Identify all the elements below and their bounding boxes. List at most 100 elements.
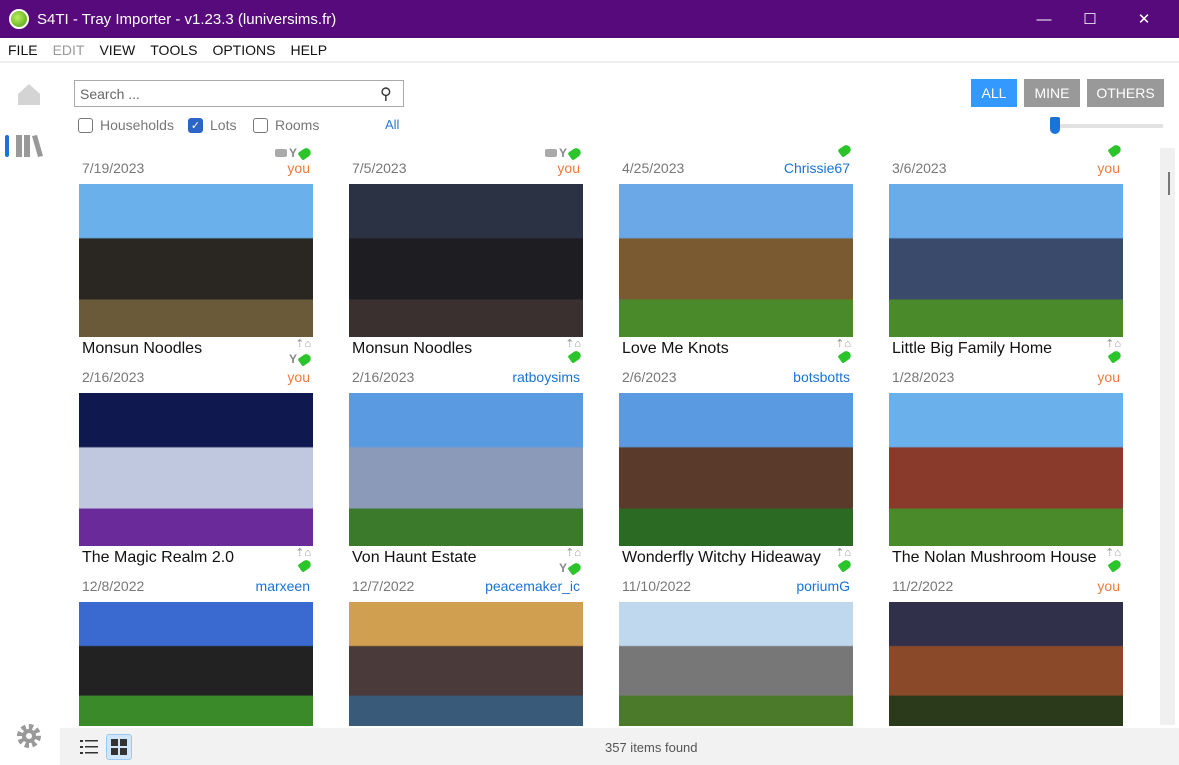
lot-thumbnail[interactable] (619, 602, 853, 726)
items-found-count: 357 items found (605, 740, 698, 755)
lot-title: Monsun Noodles (352, 340, 473, 357)
menu-help[interactable]: HELP (290, 42, 327, 58)
lot-author: you (1097, 578, 1120, 594)
lot-date: 4/25/2023 (622, 160, 685, 176)
card-icons (837, 143, 853, 158)
menu-tools[interactable]: TOOLS (150, 42, 197, 58)
maximize-button[interactable]: ☐ (1067, 0, 1113, 38)
lot-author: Chrissie67 (783, 160, 850, 176)
rooms-checkbox[interactable]: Rooms (253, 117, 319, 133)
lot-card[interactable]: Little Big Family Home 1/28/2023 you ⇡⌂ (889, 184, 1123, 393)
home-icon[interactable] (17, 83, 41, 105)
households-checkbox-box[interactable] (78, 117, 93, 133)
results-grid: 7/19/2023 you Y 7/5/2023 you Y 4/25/2023 Chriss… (60, 143, 1160, 726)
lot-icon: ⇡⌂ (295, 338, 311, 350)
lot-thumbnail[interactable] (889, 602, 1123, 726)
library-icon[interactable] (16, 135, 44, 157)
rooms-checkbox-box[interactable] (253, 117, 268, 133)
lot-card[interactable]: 7/19/2023 you Y (79, 145, 313, 184)
app-logo-icon (9, 9, 29, 29)
lot-thumbnail[interactable] (349, 602, 583, 726)
lot-thumbnail[interactable] (349, 393, 583, 546)
wrench-icon: Y (558, 561, 567, 575)
card-icons-top: ⇡⌂ (295, 337, 311, 350)
menu-view[interactable]: VIEW (99, 42, 135, 58)
minimize-button[interactable]: — (1021, 0, 1067, 38)
title-bar: S4TI - Tray Importer - v1.23.3 (lunivers… (0, 0, 1179, 38)
lot-icon: ⇡⌂ (835, 338, 851, 350)
lot-title: Wonderfly Witchy Hideaway (622, 549, 821, 566)
card-icons (1107, 349, 1123, 364)
lot-author: peacemaker_ic (485, 578, 580, 594)
lot-thumbnail[interactable] (889, 393, 1123, 546)
lot-card[interactable]: 3/6/2023 you (889, 143, 1123, 184)
lot-date: 11/2/2022 (892, 578, 954, 594)
tag-icon (1107, 143, 1123, 158)
slider-thumb[interactable] (1050, 117, 1060, 134)
camera-icon (274, 149, 287, 157)
lot-card[interactable]: The Magic Realm 2.0 12/8/2022 marxeen ⇡⌂ (79, 393, 313, 602)
settings-gear-icon[interactable] (16, 723, 42, 749)
households-label: Households (100, 117, 174, 133)
search-icon[interactable]: ⚲ (380, 84, 392, 104)
lot-card[interactable] (619, 602, 853, 726)
lot-thumbnail[interactable] (619, 393, 853, 546)
lots-checkbox[interactable]: ✓ Lots (188, 117, 236, 133)
lot-card[interactable]: The Nolan Mushroom House 11/2/2022 you ⇡⌂ (889, 393, 1123, 602)
lot-thumbnail[interactable] (889, 184, 1123, 337)
tag-icon (837, 558, 853, 573)
lot-card[interactable]: 4/25/2023 Chrissie67 (619, 143, 853, 184)
tag-icon (567, 349, 583, 364)
lot-card[interactable]: Monsun Noodles 2/16/2023 you ⇡⌂ Y (79, 184, 313, 393)
tag-icon (297, 145, 313, 161)
active-indicator (5, 135, 9, 157)
lot-thumbnail[interactable] (349, 184, 583, 337)
lot-date: 2/16/2023 (82, 369, 145, 385)
tag-icon (837, 143, 853, 158)
filter-others-button[interactable]: OTHERS (1087, 79, 1164, 107)
lot-card[interactable]: Monsun Noodles 2/16/2023 ratboysims ⇡⌂ (349, 184, 583, 393)
card-icons-top: ⇡⌂ (295, 546, 311, 559)
tag-icon (297, 351, 313, 367)
lots-checkbox-box[interactable]: ✓ (188, 117, 203, 133)
lot-thumbnail[interactable] (79, 602, 313, 726)
lot-title: Von Haunt Estate (352, 549, 477, 566)
lot-author: marxeen (255, 578, 310, 594)
select-all-link[interactable]: All (385, 117, 399, 132)
thumbnail-size-slider[interactable] (1052, 124, 1163, 128)
lot-date: 7/19/2023 (82, 160, 145, 176)
menu-options[interactable]: OPTIONS (212, 42, 275, 58)
grid-view-button[interactable] (106, 734, 132, 760)
card-icons: Y (558, 560, 583, 576)
lot-title: Monsun Noodles (82, 340, 203, 357)
card-icons (1107, 558, 1123, 573)
lot-thumbnail[interactable] (79, 184, 313, 337)
lot-card[interactable] (889, 602, 1123, 726)
households-checkbox[interactable]: Households (78, 117, 174, 133)
lot-author: you (287, 160, 310, 176)
list-view-icon[interactable] (80, 738, 98, 756)
lot-thumbnail[interactable] (79, 393, 313, 546)
search-input[interactable]: Search ... (74, 80, 404, 107)
lot-card[interactable] (349, 602, 583, 726)
filter-all-button[interactable]: ALL (971, 79, 1017, 107)
card-icons-top: ⇡⌂ (1105, 546, 1121, 559)
lot-card[interactable] (79, 602, 313, 726)
lot-icon: ⇡⌂ (1105, 547, 1121, 559)
lot-card[interactable]: 7/5/2023 you Y (349, 145, 583, 184)
camera-icon (544, 149, 557, 157)
lot-card[interactable]: Love Me Knots 2/6/2023 botsbotts ⇡⌂ (619, 184, 853, 393)
scrollbar-thumb[interactable] (1168, 172, 1170, 195)
menu-edit[interactable]: EDIT (53, 42, 85, 58)
lot-card[interactable]: Wonderfly Witchy Hideaway 11/10/2022 poriu… (619, 393, 853, 602)
lot-card[interactable]: Von Haunt Estate 12/7/2022 peacemaker_ic ⇡⌂… (349, 393, 583, 602)
lot-date: 1/28/2023 (892, 369, 955, 385)
lot-thumbnail[interactable] (619, 184, 853, 337)
menu-file[interactable]: FILE (8, 42, 38, 58)
lot-date: 2/16/2023 (352, 369, 415, 385)
filter-mine-button[interactable]: MINE (1024, 79, 1080, 107)
vertical-scrollbar[interactable] (1160, 148, 1175, 725)
close-button[interactable]: ✕ (1121, 0, 1167, 38)
lot-date: 2/6/2023 (622, 369, 677, 385)
window-title: S4TI - Tray Importer - v1.23.3 (lunivers… (37, 10, 337, 28)
